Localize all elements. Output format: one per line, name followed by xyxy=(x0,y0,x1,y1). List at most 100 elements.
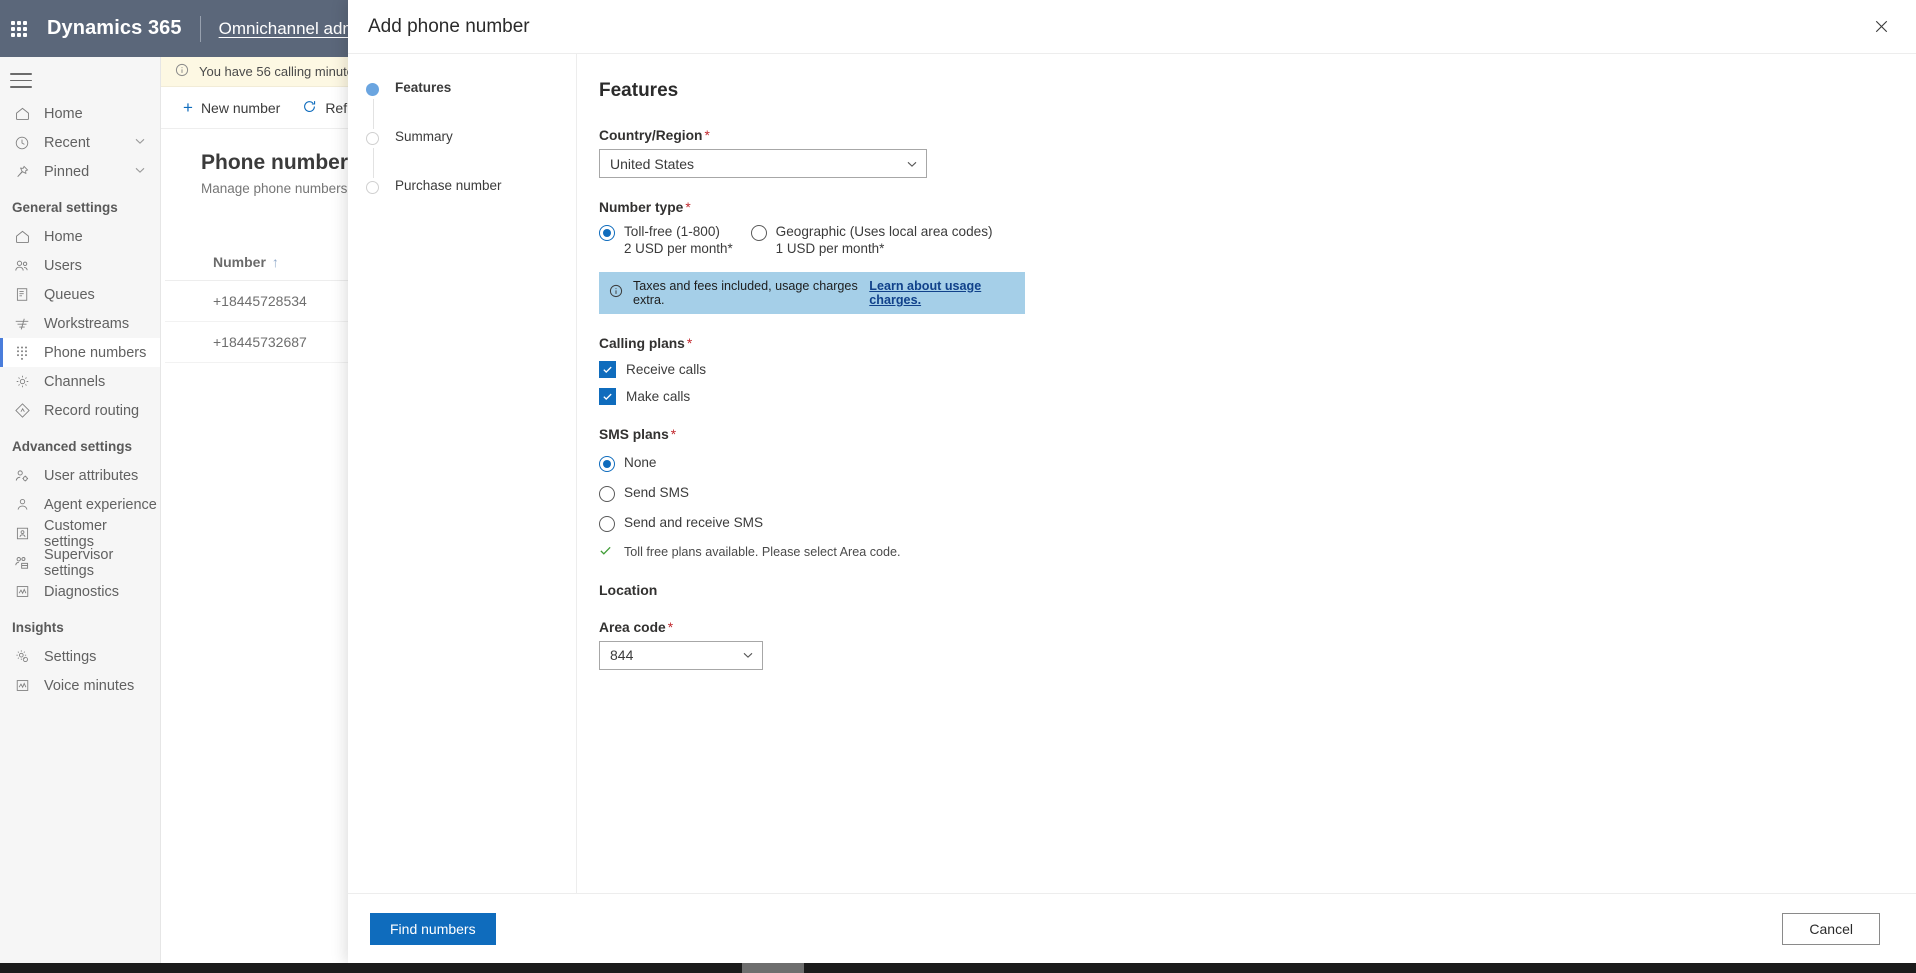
chevron-down-icon[interactable] xyxy=(134,164,146,180)
sidebar-item-diagnostics[interactable]: Diagnostics xyxy=(0,577,160,606)
sms-plans-section: SMS plans * None Send SMS Send and recei… xyxy=(599,427,1916,560)
sidebar-item-label: Channels xyxy=(44,373,106,390)
insights-gear-icon xyxy=(12,647,32,667)
country-region-select[interactable]: United States xyxy=(599,149,927,178)
step-bullet-icon xyxy=(366,181,379,194)
sidebar-item-home-top[interactable]: Home xyxy=(0,99,160,128)
hamburger-icon[interactable] xyxy=(10,73,32,89)
sms-plan-option-send-and-receive-sms[interactable]: Send and receive SMS xyxy=(599,514,1916,532)
sidebar-item-label: Pinned xyxy=(44,163,90,180)
sidebar-item-settings[interactable]: Settings xyxy=(0,642,160,671)
calling-plans-label: Calling plans * xyxy=(599,336,1916,351)
option-label: Geographic (Uses local area codes) xyxy=(775,224,993,239)
sidebar-group-title: Insights xyxy=(12,620,64,635)
sms-plans-label: SMS plans * xyxy=(599,427,1916,442)
sidebar-item-label: Voice minutes xyxy=(44,677,135,694)
step-connector xyxy=(372,99,374,129)
new-number-button[interactable]: + New number xyxy=(183,99,280,116)
checkbox-label: Receive calls xyxy=(626,361,707,377)
number-type-label: Number type * xyxy=(599,200,1916,215)
cancel-button[interactable]: Cancel xyxy=(1782,912,1880,945)
sms-plan-option-send-sms[interactable]: Send SMS xyxy=(599,484,1916,502)
close-icon[interactable] xyxy=(1864,10,1898,44)
sidebar-item-label: Supervisor settings xyxy=(44,546,114,579)
dialog-title: Add phone number xyxy=(368,15,530,37)
sidebar-item-label: Agent experience xyxy=(44,496,157,513)
learn-about-usage-charges-link[interactable]: Learn about usage charges. xyxy=(869,279,1015,307)
check-icon xyxy=(599,544,612,560)
sidebar-item-recent[interactable]: Recent xyxy=(0,128,160,157)
info-icon xyxy=(609,284,623,301)
dialog-footer: Find numbers Cancel xyxy=(348,893,1916,963)
wizard-steps: Features Summary Purchase number xyxy=(348,54,577,893)
column-label: Number xyxy=(213,254,266,270)
sidebar-group-title: Advanced settings xyxy=(12,439,133,454)
number-type-options: Toll-free (1-800) 2 USD per month* Geogr… xyxy=(599,223,1916,258)
chevron-down-icon[interactable] xyxy=(734,649,762,661)
sidebar-item-workstreams[interactable]: Workstreams xyxy=(0,309,160,338)
app-launcher-icon[interactable] xyxy=(9,19,29,39)
checkbox-checked-icon xyxy=(599,387,616,405)
home-icon xyxy=(12,227,32,247)
area-code-section: Area code * 844 xyxy=(599,620,1916,670)
number-type-option-toll-free[interactable]: Toll-free (1-800) 2 USD per month* xyxy=(599,223,733,258)
sidebar-item-label: Users xyxy=(44,257,82,274)
option-sublabel: 2 USD per month* xyxy=(624,241,733,257)
radio-icon-selected xyxy=(599,455,615,472)
sidebar-item-label: Home xyxy=(44,105,83,122)
radio-icon xyxy=(750,225,767,241)
dialog-body: Features Summary Purchase number Feature… xyxy=(348,53,1916,893)
wizard-step-features[interactable]: Features xyxy=(348,80,576,129)
sms-plan-option-none[interactable]: None xyxy=(599,454,1916,472)
step-label: Purchase number xyxy=(395,178,502,193)
sidebar-item-supervisor-settings[interactable]: Supervisor settings xyxy=(0,546,160,579)
phone-numbers-icon xyxy=(12,343,32,363)
calling-plan-make-calls[interactable]: Make calls xyxy=(599,387,1916,405)
area-code-select[interactable]: 844 xyxy=(599,640,763,670)
step-bullet-icon xyxy=(366,83,379,96)
number-type-option-geographic[interactable]: Geographic (Uses local area codes) 1 USD… xyxy=(750,223,993,258)
sidebar-item-agent-experience[interactable]: Agent experience xyxy=(0,490,160,519)
label-text: Country/Region xyxy=(599,128,703,143)
chevron-down-icon[interactable] xyxy=(898,158,926,170)
chevron-down-icon[interactable] xyxy=(134,135,146,151)
calling-plans-section: Calling plans * Receive calls Make calls xyxy=(599,336,1916,405)
sidebar-item-pinned[interactable]: Pinned xyxy=(0,157,160,186)
label-text: Number type xyxy=(599,200,684,215)
sidebar-item-customer-settings[interactable]: Customer settings xyxy=(0,518,160,550)
option-label: Toll-free (1-800) xyxy=(624,224,720,239)
pane-heading: Features xyxy=(599,80,679,101)
sidebar-item-user-attributes[interactable]: User attributes xyxy=(0,461,160,490)
label-text: Calling plans xyxy=(599,335,685,351)
wizard-step-purchase-number[interactable]: Purchase number xyxy=(348,178,576,227)
radio-icon xyxy=(599,485,615,502)
radio-icon xyxy=(599,515,615,532)
sidebar-item-label: Settings xyxy=(44,648,97,665)
label-text: Area code xyxy=(599,619,666,635)
sidebar-item-voice-minutes[interactable]: Voice minutes xyxy=(0,671,160,700)
required-marker: * xyxy=(685,200,691,215)
sms-plans-options: None Send SMS Send and receive SMS xyxy=(599,454,1916,532)
sidebar-item-channels[interactable]: Channels xyxy=(0,367,160,396)
wizard-step-summary[interactable]: Summary xyxy=(348,129,576,178)
option-text: Geographic (Uses local area codes) 1 USD… xyxy=(776,223,993,258)
option-label: None xyxy=(624,454,657,470)
sidebar-item-label: Record routing xyxy=(44,402,140,419)
find-numbers-button[interactable]: Find numbers xyxy=(370,912,496,945)
radio-icon-selected xyxy=(599,225,615,241)
availability-text: Toll free plans available. Please select… xyxy=(624,544,901,559)
option-sublabel: 1 USD per month* xyxy=(775,241,885,257)
customer-icon xyxy=(12,524,32,544)
sidebar-item-label: Recent xyxy=(44,134,90,151)
features-pane: Features Country/Region * United States N… xyxy=(577,54,1916,893)
sidebar-item-users[interactable]: Users xyxy=(0,251,160,280)
calling-plan-receive-calls[interactable]: Receive calls xyxy=(599,360,1916,378)
sidebar-item-phone-numbers[interactable]: Phone numbers xyxy=(0,338,160,367)
sidebar-item-home[interactable]: Home xyxy=(0,222,160,251)
checkbox-checked-icon xyxy=(599,360,616,378)
brand-title: Dynamics 365 xyxy=(47,17,182,39)
record-routing-icon xyxy=(12,401,32,421)
sidebar-item-queues[interactable]: Queues xyxy=(0,280,160,309)
sidebar-item-record-routing[interactable]: Record routing xyxy=(0,396,160,425)
usage-charges-info-banner: Taxes and fees included, usage charges e… xyxy=(599,271,1025,314)
